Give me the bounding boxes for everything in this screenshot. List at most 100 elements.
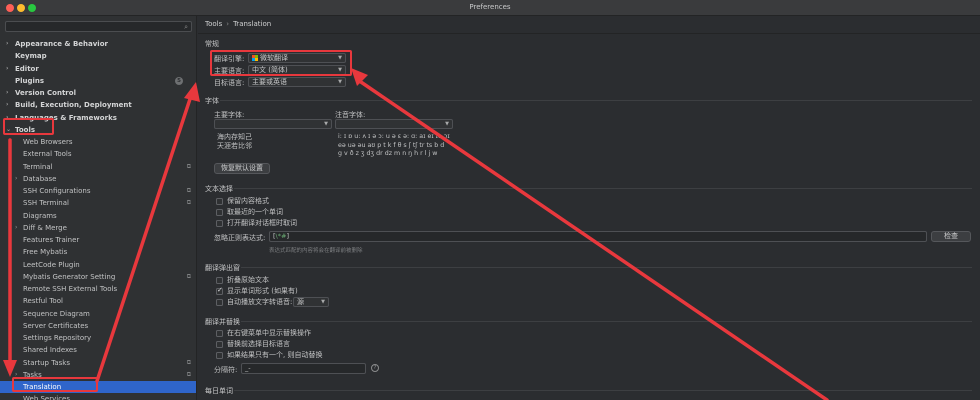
project-settings-icon: ⧉ (186, 187, 191, 194)
chevron-right-icon[interactable]: › (6, 99, 8, 111)
checkbox-label: 自动播放文字转语音: (227, 298, 293, 306)
nearest-word-checkbox[interactable]: 取最近的一个单词 (216, 208, 283, 217)
target-language-select[interactable]: 主要或英语 ▼ (248, 77, 346, 87)
chevron-down-icon: ▼ (324, 121, 328, 127)
window-titlebar: Preferences (0, 0, 980, 16)
primary-font-select[interactable]: ▼ (214, 119, 332, 129)
help-icon[interactable]: ? (371, 364, 379, 372)
sidebar-item-plugins[interactable]: Plugins 5 (0, 75, 196, 87)
daily-word-section-title: 每日单词 (205, 387, 233, 395)
checkbox-label: 显示单词形式 (如果有) (227, 287, 298, 295)
sidebar-item-label: External Tools (23, 150, 72, 159)
sidebar-item-settings-repository[interactable]: Settings Repository (0, 332, 196, 344)
sidebar-item-diff-merge[interactable]: › Diff & Merge (0, 222, 196, 234)
sidebar-item-keymap[interactable]: Keymap (0, 50, 196, 62)
checkbox-label: 保留内容格式 (227, 197, 269, 205)
separator-input[interactable]: _- (241, 363, 366, 374)
text-selection-section-title: 文本选择 (205, 185, 233, 193)
annotation-box-translation (12, 377, 98, 392)
text-selection-divider (234, 188, 972, 189)
restore-defaults-button[interactable]: 恢复默认设置 (214, 163, 270, 174)
auto-replace-single-checkbox[interactable]: 如果结果只有一个, 则自动替换 (216, 351, 322, 360)
primary-font-preview: 海内存知己 天涯若比邻 (214, 132, 332, 160)
sidebar-item-label: Settings Repository (23, 334, 92, 342)
sidebar-item-restful-tool[interactable]: Restful Tool (0, 295, 196, 307)
sidebar-item-editor[interactable]: › Editor (0, 63, 196, 75)
chevron-right-icon[interactable]: › (15, 173, 17, 185)
sidebar-item-diagrams[interactable]: Diagrams (0, 210, 196, 222)
annotation-box-tools (3, 118, 54, 135)
target-language-value: 主要或英语 (252, 78, 287, 86)
replace-section-title: 翻译并替换 (205, 318, 240, 326)
window-title: Preferences (469, 3, 511, 11)
sidebar-item-label: Restful Tool (23, 297, 63, 306)
preview-line: 海内存知己 (217, 133, 252, 141)
sidebar-item-remote-ssh-external-tools[interactable]: Remote SSH External Tools (0, 283, 196, 295)
replace-section-divider (241, 321, 972, 322)
checkbox-box[interactable] (216, 330, 223, 337)
chevron-right-icon[interactable]: › (6, 38, 8, 50)
checkbox-box[interactable] (216, 341, 223, 348)
header-divider (198, 33, 980, 34)
breadcrumb-parent[interactable]: Tools (205, 20, 222, 28)
sidebar-item-external-tools[interactable]: External Tools (0, 148, 196, 160)
select-target-before-replace-checkbox[interactable]: 替换前选择目标语言 (216, 340, 290, 349)
show-word-forms-checkbox[interactable]: ✓ 显示单词形式 (如果有) (216, 286, 298, 296)
settings-sidebar: ⌕ › Appearance & Behavior Keymap › Editor Plu… (0, 16, 197, 400)
keep-format-checkbox[interactable]: 保留内容格式 (216, 197, 269, 206)
project-settings-icon: ⧉ (186, 199, 191, 207)
sidebar-item-web-services[interactable]: Web Services (0, 393, 196, 400)
auto-tts-checkbox[interactable]: 自动播放文字转语音: (216, 298, 292, 307)
sidebar-item-ssh-terminal[interactable]: SSH Terminal ⧉ (0, 197, 196, 209)
chevron-right-icon[interactable]: › (6, 87, 8, 99)
checkbox-label: 在右键菜单中显示替换操作 (227, 329, 311, 337)
sidebar-item-label: Keymap (15, 52, 47, 61)
general-section-title: 常规 (205, 40, 219, 48)
sidebar-item-startup-tasks[interactable]: Startup Tasks ⧉ (0, 357, 196, 369)
checkbox-box[interactable]: ✓ (216, 286, 223, 295)
sidebar-item-leetcode-plugin[interactable]: LeetCode Plugin (0, 259, 196, 271)
fold-original-checkbox[interactable]: 折叠原始文本 (216, 276, 269, 285)
sidebar-item-version-control[interactable]: › Version Control (0, 87, 196, 99)
preview-line: i: ɪ ɒ u: ʌ ɪ ə ɔ: u ə ɛ ə: ɑ: aɪ eɪ ɪə … (338, 133, 450, 140)
sidebar-item-label: Free Mybatis (23, 248, 68, 257)
tts-source-value: 源 (297, 298, 304, 306)
sidebar-item-shared-indexes[interactable]: Shared Indexes (0, 344, 196, 356)
search-input[interactable]: ⌕ (5, 21, 192, 32)
sidebar-item-ssh-configurations[interactable]: SSH Configurations ⧉ (0, 185, 196, 197)
sidebar-item-label: SSH Configurations (23, 187, 91, 195)
sidebar-item-appearance-behavior[interactable]: › Appearance & Behavior (0, 38, 196, 50)
context-menu-replace-checkbox[interactable]: 在右键菜单中显示替换操作 (216, 329, 311, 338)
sidebar-item-free-mybatis[interactable]: Free Mybatis (0, 246, 196, 258)
chevron-right-icon[interactable]: › (15, 222, 17, 234)
preview-line: 天涯若比邻 (217, 141, 252, 150)
sidebar-item-label: Web Browsers (23, 138, 73, 146)
sidebar-item-features-trainer[interactable]: Features Trainer (0, 234, 196, 246)
sidebar-item-web-browsers[interactable]: Web Browsers (0, 136, 196, 148)
sidebar-item-mybatis-generator-setting[interactable]: Mybatis Generator Setting ⧉ (0, 271, 196, 283)
checkbox-box[interactable] (216, 209, 223, 216)
checkbox-box[interactable] (216, 277, 223, 284)
regex-close: ] (286, 232, 289, 240)
phonetic-font-preview: i: ɪ ɒ u: ʌ ɪ ə ɔ: u ə ɛ ə: ɑ: aɪ eɪ ɪə … (335, 132, 475, 160)
checkbox-box[interactable] (216, 198, 223, 205)
sidebar-item-sequence-diagram[interactable]: Sequence Diagram (0, 308, 196, 320)
check-regex-button[interactable]: 检查 (931, 231, 971, 242)
checkbox-box[interactable] (216, 352, 223, 359)
sidebar-item-database[interactable]: › Database (0, 173, 196, 185)
checkbox-box[interactable] (216, 299, 223, 306)
sidebar-item-label: Diff & Merge (23, 223, 67, 232)
checkbox-box[interactable] (216, 220, 223, 227)
sidebar-item-label: Appearance & Behavior (15, 40, 108, 48)
ignore-regex-input[interactable]: [\*#] (269, 231, 927, 242)
sidebar-item-label: Remote SSH External Tools (23, 285, 118, 293)
chevron-right-icon[interactable]: › (6, 63, 8, 75)
tts-source-select[interactable]: 源 ▼ (293, 297, 329, 307)
daily-word-section-divider (234, 390, 972, 391)
sidebar-item-build-execution-deployment[interactable]: › Build, Execution, Deployment (0, 99, 196, 111)
take-word-on-open-checkbox[interactable]: 打开翻译对话框时取词 (216, 219, 297, 228)
sidebar-item-server-certificates[interactable]: Server Certificates (0, 320, 196, 332)
sidebar-item-terminal[interactable]: Terminal ⧉ (0, 161, 196, 173)
phonetic-font-select[interactable]: ▼ (335, 119, 453, 129)
preview-line: eə uə əu aʊ p t k f θ s ʃ tʃ tr ts b d (338, 141, 445, 149)
